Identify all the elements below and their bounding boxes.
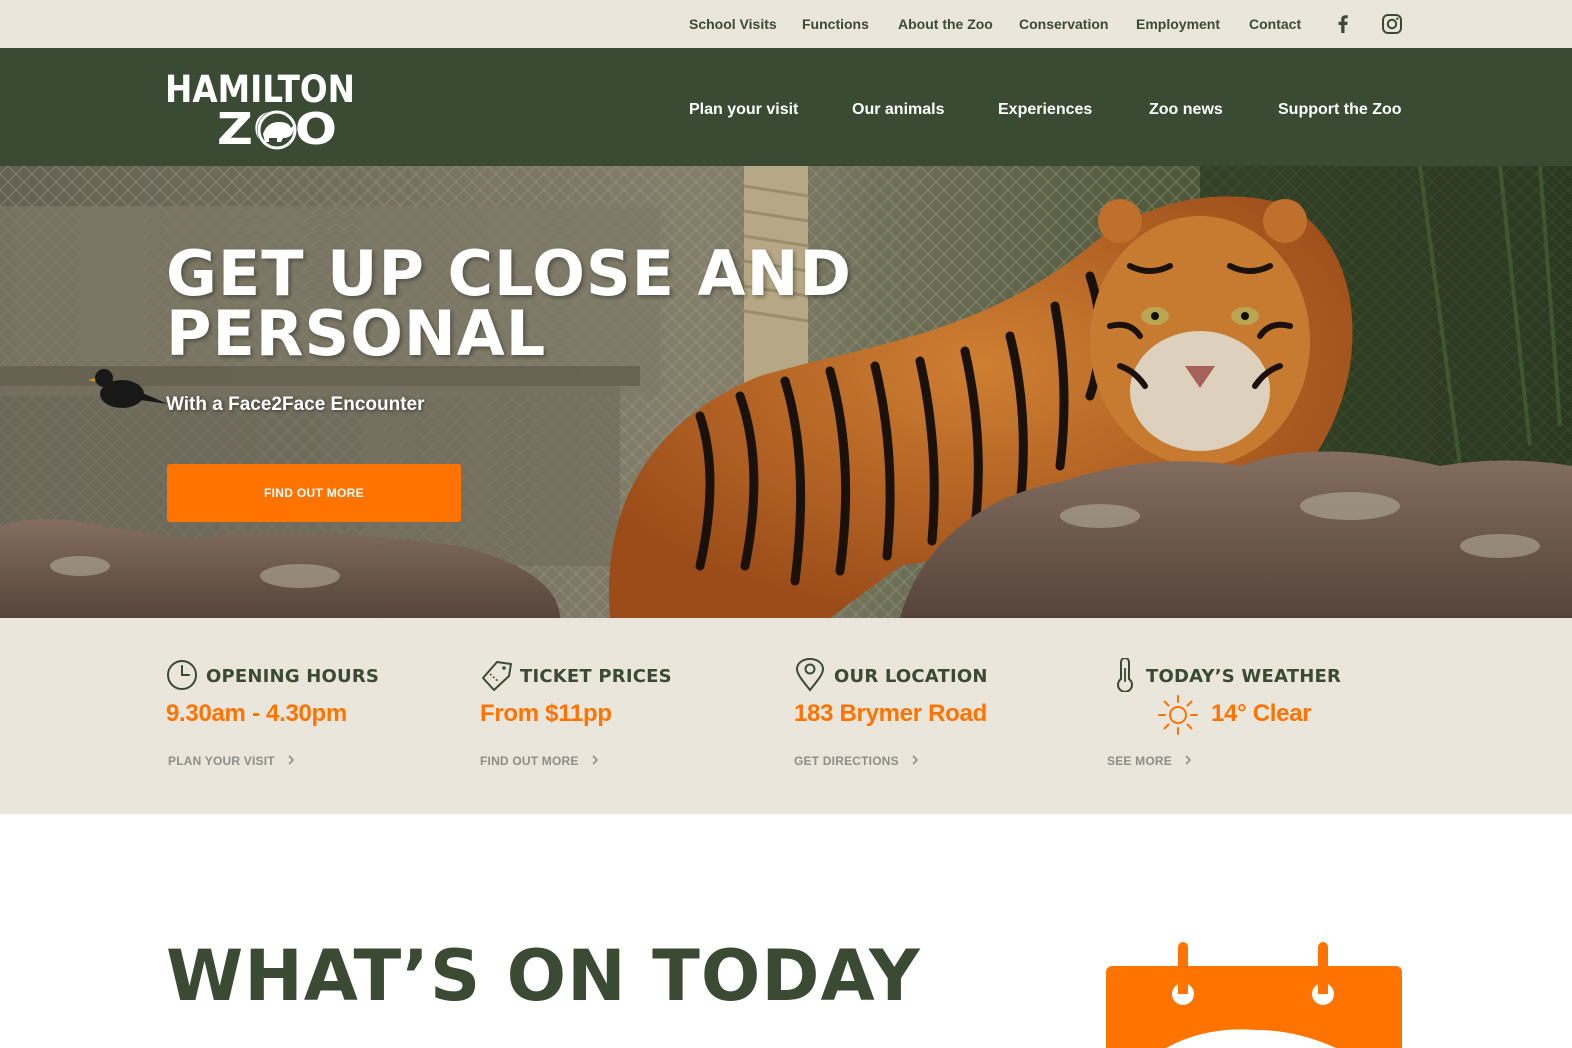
- util-link-employment[interactable]: Employment: [1136, 15, 1220, 33]
- hero-subtitle: With a Face2Face Encounter: [166, 394, 425, 415]
- sun-icon: [1158, 695, 1198, 735]
- opening-hours-heading: Opening hours: [206, 666, 380, 687]
- hamilton-zoo-logo[interactable]: HAMILTON ZOO: [165, 68, 357, 152]
- ticket-prices-heading: Ticket prices: [520, 666, 672, 687]
- location-card: Our location 183 Brymer Road Get directi…: [794, 658, 1094, 778]
- facebook-icon[interactable]: [1331, 12, 1355, 36]
- weather-see-more-label: See more: [1107, 754, 1172, 768]
- nav-our-animals[interactable]: Our animals: [852, 100, 944, 120]
- ticket-find-out-more-label: Find out more: [480, 754, 579, 768]
- get-directions-link[interactable]: Get directions: [794, 754, 921, 768]
- chevron-right-icon: [912, 755, 918, 765]
- hero-banner: Get up close and personal With a Face2Fa…: [0, 166, 1572, 618]
- find-out-more-button[interactable]: FIND OUT MORE: [167, 464, 461, 522]
- ticket-prices-value: From $11pp: [480, 700, 612, 727]
- nav-experiences[interactable]: Experiences: [998, 100, 1092, 120]
- util-link-contact[interactable]: Contact: [1249, 15, 1301, 33]
- hero-title: Get up close and personal: [166, 237, 852, 370]
- chevron-right-icon: [288, 755, 294, 765]
- whats-on-heading: What’s on today: [166, 935, 921, 1017]
- weather-card: Today’s weather 14° Clear See more: [1107, 658, 1407, 778]
- get-directions-label: Get directions: [794, 754, 899, 768]
- location-value: 183 Brymer Road: [794, 700, 987, 727]
- calendar-icon: [1106, 942, 1402, 1048]
- chevron-right-icon: [592, 755, 598, 765]
- rhino-mark-icon: [257, 110, 297, 150]
- nav-plan-your-visit[interactable]: Plan your visit: [689, 100, 798, 120]
- info-strip: Opening hours 9.30am - 4.30pm Plan your …: [0, 618, 1572, 814]
- clock-icon: [167, 660, 197, 690]
- weather-see-more-link[interactable]: See more: [1107, 754, 1194, 768]
- map-pin-icon: [795, 658, 825, 692]
- utility-bar: School Visits Functions About the Zoo Co…: [0, 0, 1572, 48]
- chevron-right-icon: [1185, 755, 1192, 765]
- plan-your-visit-link[interactable]: Plan your visit: [168, 754, 297, 768]
- main-nav: HAMILTON ZOO Plan your visit Our animals…: [0, 48, 1572, 166]
- util-link-conservation[interactable]: Conservation: [1019, 15, 1108, 33]
- weather-heading: Today’s weather: [1146, 666, 1342, 687]
- instagram-icon[interactable]: [1380, 12, 1404, 36]
- opening-hours-value: 9.30am - 4.30pm: [166, 700, 347, 727]
- ticket-find-out-more-link[interactable]: Find out more: [480, 754, 601, 768]
- hero-tiger-photo: [0, 166, 1572, 618]
- util-link-functions[interactable]: Functions: [802, 15, 869, 33]
- ticket-icon: [482, 661, 512, 691]
- weather-value: 14° Clear: [1211, 700, 1312, 727]
- plan-your-visit-link-label: Plan your visit: [168, 754, 275, 768]
- nav-support-the-zoo[interactable]: Support the Zoo: [1278, 100, 1402, 120]
- thermometer-icon: [1117, 658, 1133, 692]
- opening-hours-card: Opening hours 9.30am - 4.30pm Plan your …: [166, 658, 466, 778]
- util-link-about[interactable]: About the Zoo: [898, 15, 993, 33]
- location-heading: Our location: [834, 666, 988, 687]
- util-link-school-visits[interactable]: School Visits: [689, 15, 777, 33]
- ticket-prices-card: Ticket prices From $11pp Find out more: [480, 658, 780, 778]
- nav-zoo-news[interactable]: Zoo news: [1149, 100, 1223, 120]
